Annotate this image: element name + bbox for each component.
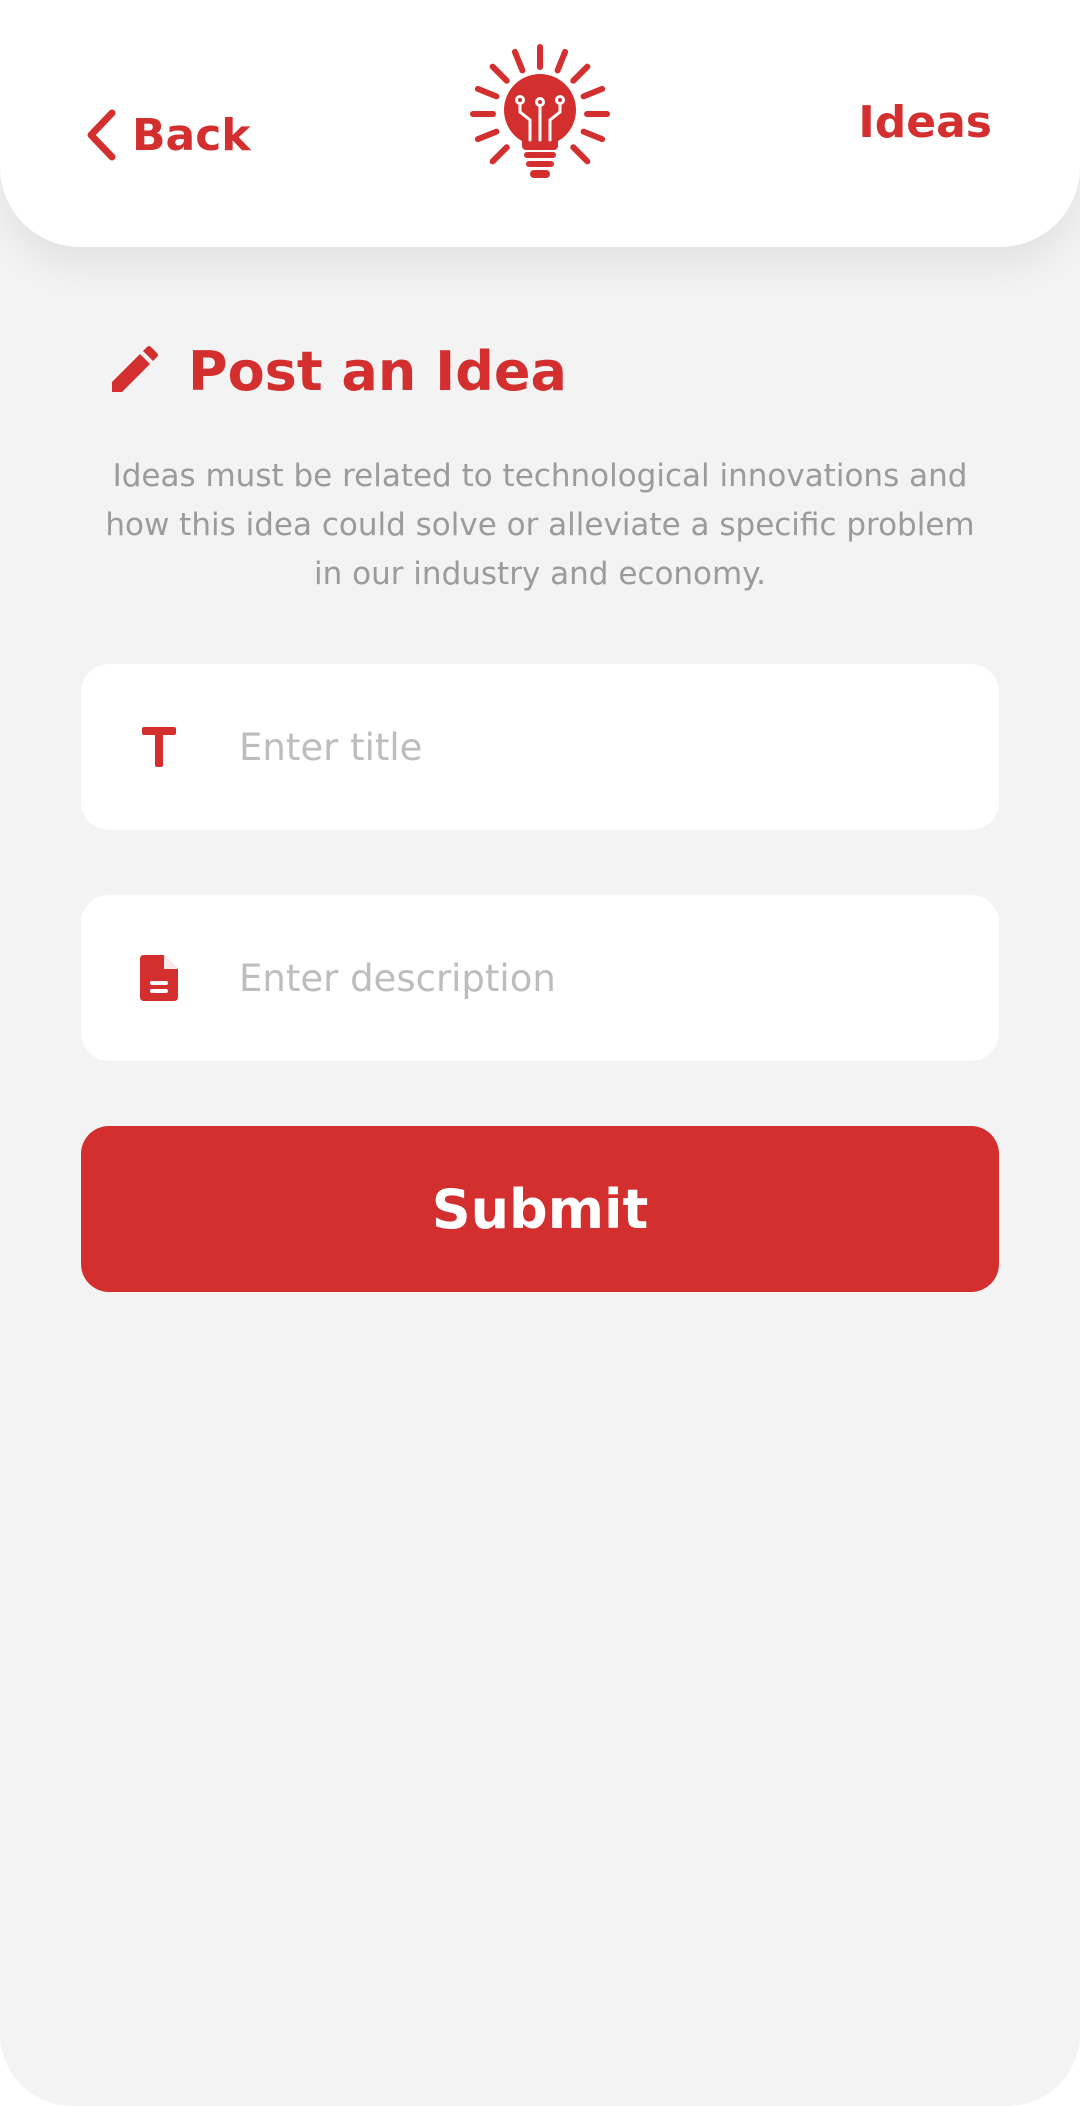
description-input[interactable] [239, 895, 979, 1061]
title-input[interactable] [239, 664, 979, 830]
chevron-left-icon [87, 109, 116, 161]
pencil-icon [112, 346, 158, 392]
back-button[interactable]: Back [84, 100, 251, 170]
post-idea-screen: Back Ideas Post an Idea Ideas must be re… [0, 0, 1080, 2106]
guidelines-text: Ideas must be related to technological i… [105, 458, 975, 592]
page-title-row: Post an Idea [108, 336, 567, 406]
top-header: Back Ideas [0, 0, 1080, 247]
back-label: Back [132, 109, 251, 161]
lightbulb-logo-icon [470, 44, 610, 178]
document-icon [81, 895, 237, 1061]
title-field [81, 664, 999, 830]
description-field [81, 895, 999, 1061]
ideas-link[interactable]: Ideas [858, 97, 992, 148]
page-title: Post an Idea [188, 339, 567, 403]
text-t-icon [81, 664, 237, 830]
submit-button[interactable]: Submit [81, 1126, 999, 1292]
